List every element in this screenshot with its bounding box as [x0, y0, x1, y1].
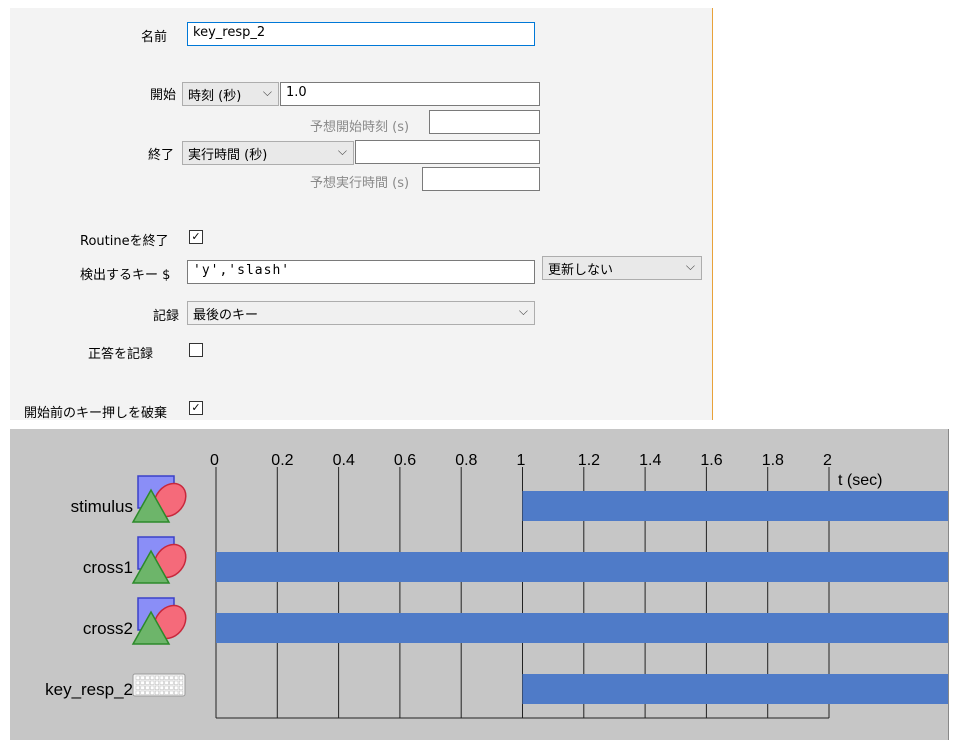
store-label: 記録	[153, 309, 180, 324]
tick-label: 1.4	[639, 452, 661, 469]
chevron-down-icon: ⌵	[337, 144, 347, 158]
start-type-value: 時刻 (秒)	[188, 89, 242, 104]
stop-label: 終了	[148, 148, 175, 163]
force-end-label: Routineを終了	[80, 234, 169, 249]
chevron-down-icon: ⌵	[685, 259, 695, 273]
tick-label: 0.2	[271, 452, 293, 469]
tick-label: 2	[823, 452, 832, 469]
tick-label: 0	[210, 452, 219, 469]
start-value-input[interactable]: 1.0	[280, 82, 540, 106]
name-input[interactable]: key_resp_2	[187, 22, 535, 46]
component-label-key_resp_2[interactable]: key_resp_2	[45, 680, 133, 699]
tick-label: 0.8	[455, 452, 477, 469]
stop-type-value: 実行時間 (秒)	[188, 148, 268, 163]
expected-start-label: 予想開始時刻 (s)	[310, 120, 410, 135]
discard-previous-checkbox[interactable]: ✓	[189, 401, 203, 415]
timeline-canvas: 0 0.2 0.4 0.6 0.8 1 1.2 1.4 1.6 1.8 2 stimulus cros…	[45, 452, 949, 719]
time-axis-label: t (sec)	[838, 472, 882, 489]
expected-duration-label: 予想実行時間 (s)	[310, 176, 410, 191]
stop-value-input[interactable]	[355, 140, 540, 164]
tick-label: 0.4	[333, 452, 355, 469]
allowed-keys-label: 検出するキー $	[80, 268, 171, 283]
store-correct-label: 正答を記録	[88, 347, 154, 362]
visual-stimulus-icon[interactable]	[131, 536, 192, 584]
chevron-down-icon: ⌵	[518, 304, 528, 318]
stop-type-select[interactable]: 実行時間 (秒) ⌵	[182, 141, 354, 165]
routine-timeline: 0 0.2 0.4 0.6 0.8 1 1.2 1.4 1.6 1.8 2 stimulus cros…	[10, 429, 948, 740]
component-properties-dialog: 名前 key_resp_2 開始 時刻 (秒) ⌵ 1.0 予想開始時刻 (s)…	[10, 8, 713, 421]
component-bar-key_resp_2[interactable]	[522, 674, 949, 704]
component-label-cross2[interactable]: cross2	[83, 619, 133, 638]
store-correct-checkbox[interactable]	[189, 343, 203, 357]
start-type-select[interactable]: 時刻 (秒) ⌵	[182, 82, 279, 106]
visual-stimulus-icon[interactable]	[131, 597, 192, 645]
tick-label: 0.6	[394, 452, 416, 469]
component-bar-cross1[interactable]	[216, 552, 948, 582]
name-label: 名前	[141, 30, 168, 45]
tick-label: 1.6	[700, 452, 722, 469]
tick-label: 1.2	[578, 452, 600, 469]
force-end-checkbox[interactable]: ✓	[189, 230, 203, 244]
component-label-stimulus[interactable]: stimulus	[71, 497, 133, 516]
expected-start-input[interactable]	[429, 110, 540, 134]
keyboard-icon[interactable]	[132, 673, 186, 697]
tick-label: 1.8	[762, 452, 784, 469]
component-label-cross1[interactable]: cross1	[83, 558, 133, 577]
keys-update-select[interactable]: 更新しない ⌵	[542, 256, 702, 280]
component-bar-stimulus[interactable]	[522, 491, 949, 521]
scrollbar-edge[interactable]	[948, 429, 958, 740]
visual-stimulus-icon[interactable]	[131, 475, 192, 523]
store-value: 最後のキー	[193, 308, 259, 323]
panel-separator	[0, 420, 958, 429]
tick-label: 1	[517, 452, 526, 469]
chevron-down-icon: ⌵	[262, 85, 272, 99]
store-select[interactable]: 最後のキー ⌵	[187, 301, 535, 325]
keys-update-value: 更新しない	[548, 263, 614, 278]
expected-duration-input[interactable]	[422, 167, 540, 191]
start-label: 開始	[150, 88, 177, 103]
discard-previous-label: 開始前のキー押しを破棄	[24, 406, 168, 421]
component-bar-cross2[interactable]	[216, 613, 948, 643]
allowed-keys-input[interactable]: 'y','slash'	[187, 260, 535, 284]
